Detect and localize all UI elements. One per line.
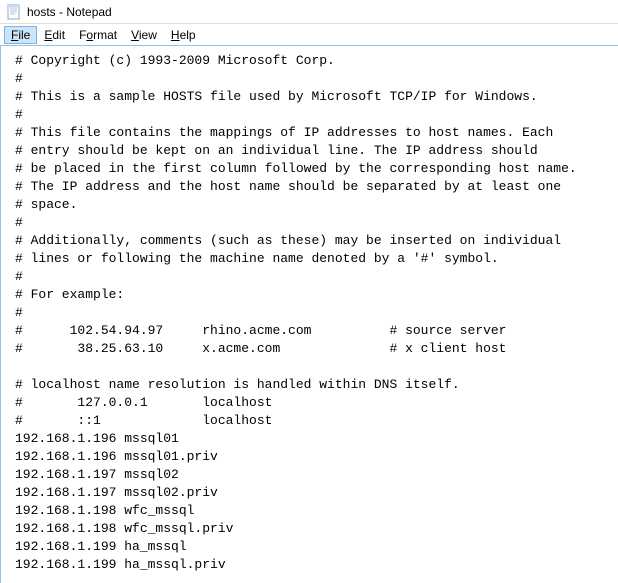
menu-edit[interactable]: Edit xyxy=(37,26,72,44)
text-editor[interactable]: # Copyright (c) 1993-2009 Microsoft Corp… xyxy=(0,46,618,583)
menubar: File Edit Format View Help xyxy=(0,24,618,46)
window-titlebar: hosts - Notepad xyxy=(0,0,618,24)
menu-view[interactable]: View xyxy=(124,26,164,44)
menu-help[interactable]: Help xyxy=(164,26,203,44)
menu-format[interactable]: Format xyxy=(72,26,124,44)
window-title: hosts - Notepad xyxy=(27,5,112,19)
menu-file[interactable]: File xyxy=(4,26,37,44)
notepad-icon xyxy=(6,4,22,20)
